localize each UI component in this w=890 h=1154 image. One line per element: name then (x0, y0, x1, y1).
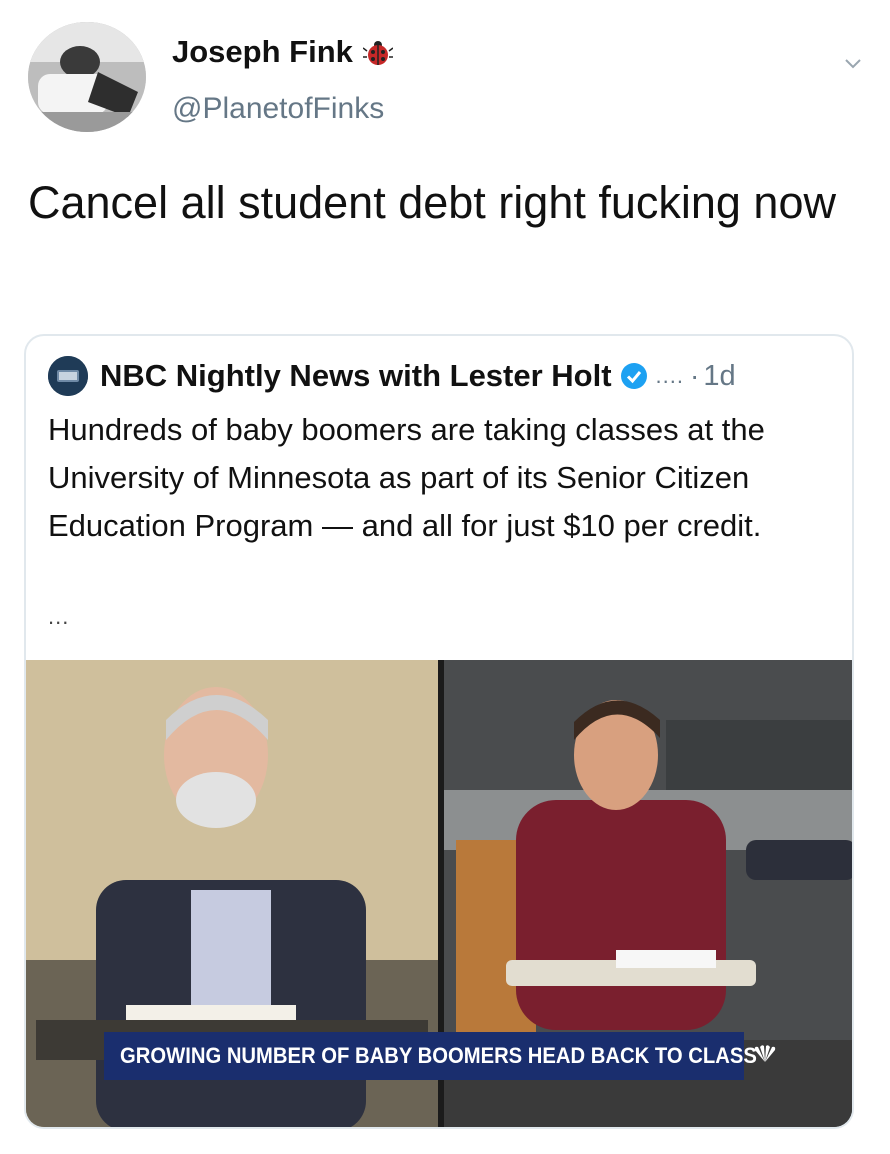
display-name[interactable]: Joseph Fink (172, 34, 353, 70)
chyron-text: GROWING NUMBER OF BABY BOOMERS HEAD BACK… (120, 1043, 757, 1068)
quoted-tweet-header: NBC Nightly News with Lester Holt .... ·… (48, 356, 736, 396)
user-handle[interactable]: @PlanetofFinks (172, 92, 384, 126)
nbc-news-avatar[interactable] (48, 356, 88, 396)
quoted-account-name[interactable]: NBC Nightly News with Lester Holt (100, 358, 612, 394)
ladybug-icon (362, 37, 394, 67)
quoted-tweet-card[interactable]: NBC Nightly News with Lester Holt .... ·… (24, 334, 854, 1129)
more-ellipsis[interactable]: ... (48, 604, 69, 630)
quoted-timestamp[interactable]: 1d (703, 360, 735, 393)
quoted-media-image[interactable]: GROWING NUMBER OF BABY BOOMERS HEAD BACK… (26, 660, 852, 1127)
tweet: Joseph Fink @PlanetofFinks Cancel all st… (0, 0, 890, 1154)
verified-badge-icon (620, 362, 648, 390)
quoted-handle-truncated: .... (655, 363, 684, 388)
quoted-tweet-text: Hundreds of baby boomers are taking clas… (48, 412, 765, 543)
separator-dot: · (690, 360, 700, 391)
nbc-peacock-icon (752, 1044, 778, 1064)
tweet-text: Cancel all student debt right fucking no… (28, 177, 836, 228)
news-chyron: GROWING NUMBER OF BABY BOOMERS HEAD BACK… (104, 1032, 757, 1080)
name-row: Joseph Fink (172, 34, 394, 70)
chevron-down-icon[interactable] (842, 52, 864, 74)
tweet-header: Joseph Fink @PlanetofFinks (28, 22, 868, 132)
avatar[interactable] (28, 22, 146, 132)
